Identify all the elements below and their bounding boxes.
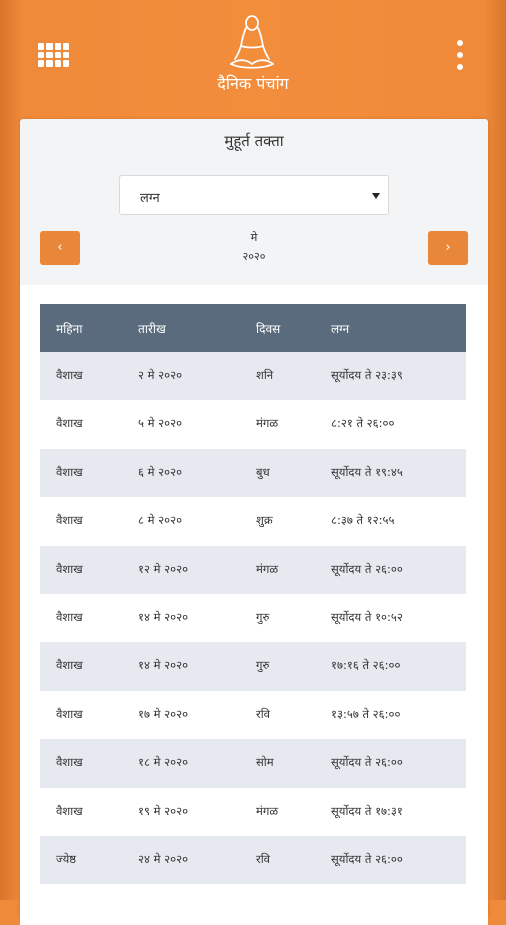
table-row: वैशाख १९ मे २०२० मंगळ सूर्योदय ते १७:३१ — [40, 788, 466, 836]
muhurat-card: मुहूर्त तक्ता लग्न ‹ मे २०२० › महिना तार… — [20, 119, 488, 925]
next-month-button[interactable]: › — [428, 231, 468, 265]
cell-month: वैशाख — [56, 755, 83, 770]
cell-month: वैशाख — [56, 368, 83, 382]
cell-day: गुरु — [256, 658, 270, 673]
table-header: महिना तारीख दिवस लग्न — [40, 304, 466, 352]
table-row: वैशाख ५ मे २०२० मंगळ ८:२१ ते २६:०० — [40, 400, 466, 448]
app-title: दैनिक पंचांग — [217, 74, 289, 93]
table-row: वैशाख १८ मे २०२० सोम सूर्योदय ते २६:०० — [40, 739, 466, 788]
cell-day: गुरु — [256, 609, 270, 624]
month-label: मे — [250, 231, 258, 244]
cell-month: ज्येष्ठ — [56, 851, 77, 866]
cell-month: वैशाख — [56, 464, 83, 479]
cell-day: सोम — [256, 755, 274, 770]
cell-time: सूर्योदय ते २३:३९ — [331, 368, 403, 382]
cell-time: सूर्योदय ते १०:५२ — [331, 609, 403, 624]
cell-time: सूर्योदय ते २६:०० — [331, 755, 403, 770]
cell-date: १४ मे २०२० — [138, 609, 189, 624]
column-header-lagna: लग्न — [331, 322, 350, 336]
cell-date: २४ मे २०२० — [138, 851, 189, 866]
table-row: वैशाख १२ मे २०२० मंगळ सूर्योदय ते २६:०० — [40, 545, 466, 594]
cell-date: ८ मे २०२० — [138, 513, 183, 528]
table-row: वैशाख ८ मे २०२० शुक्र ८:३७ ते १२:५५ — [40, 497, 466, 545]
cell-time: सूर्योदय ते २६:०० — [331, 561, 403, 576]
table-row: वैशाख ६ मे २०२० बुध सूर्योदय ते १९:४५ — [40, 448, 466, 498]
table-row: वैशाख २ मे २०२० शनि सूर्योदय ते २३:३९ — [40, 352, 466, 401]
cell-time: सूर्योदय ते १७:३१ — [331, 803, 403, 818]
meditating-figure-logo — [230, 15, 274, 69]
cell-time: १३:५७ ते २६:०० — [331, 706, 401, 721]
cell-month: वैशाख — [56, 416, 83, 431]
cell-date: १७ मे २०२० — [138, 706, 189, 721]
cell-day: मंगळ — [256, 561, 279, 576]
cell-date: १८ मे २०२० — [138, 755, 189, 770]
cell-time: ८:२१ ते २६:०० — [331, 416, 395, 431]
muhurat-type-select[interactable]: लग्न — [119, 175, 389, 215]
table-row: वैशाख १४ मे २०२० गुरु सूर्योदय ते १०:५२ — [40, 594, 466, 642]
cell-day: रवि — [256, 706, 271, 721]
cell-day: मंगळ — [256, 803, 279, 818]
column-header-date: तारीख — [138, 322, 166, 336]
cell-time: सूर्योदय ते १९:४५ — [331, 464, 403, 479]
column-header-day: दिवस — [256, 322, 281, 336]
card-title: मुहूर्त तक्ता — [224, 132, 284, 150]
cell-day: शुक्र — [256, 513, 273, 528]
cell-month: वैशाख — [56, 561, 83, 576]
caret-down-icon — [372, 193, 380, 199]
cell-day: रवि — [256, 851, 271, 866]
cell-date: ५ मे २०२० — [138, 416, 183, 431]
cell-month: वैशाख — [56, 609, 83, 624]
column-header-month: महिना — [56, 322, 83, 336]
cell-day: मंगळ — [256, 416, 279, 431]
table-row: ज्येष्ठ २४ मे २०२० रवि सूर्योदय ते २६:०० — [40, 835, 466, 885]
table-row: वैशाख १७ मे २०२० रवि १३:५७ ते २६:०० — [40, 691, 466, 739]
cell-date: १९ मे २०२० — [138, 803, 189, 818]
table-area: महिना तारीख दिवस लग्न वैशाख २ मे २०२० शन… — [20, 285, 488, 925]
cell-time: सूर्योदय ते २६:०० — [331, 851, 403, 866]
cell-day: शनि — [256, 368, 274, 382]
cell-time: ८:३७ ते १२:५५ — [331, 513, 395, 528]
cell-month: वैशाख — [56, 706, 83, 721]
muhurat-table: महिना तारीख दिवस लग्न वैशाख २ मे २०२० शन… — [40, 304, 466, 885]
cell-month: वैशाख — [56, 658, 83, 673]
cell-date: १२ मे २०२० — [138, 561, 189, 576]
cell-date: २ मे २०२० — [138, 368, 183, 382]
cell-month: वैशाख — [56, 513, 83, 528]
cell-month: वैशाख — [56, 803, 83, 818]
app-header: दैनिक पंचांग — [0, 0, 506, 118]
cell-time: १७:१६ ते २६:०० — [331, 658, 401, 673]
year-label: २०२० — [242, 250, 266, 263]
more-vertical-icon[interactable] — [450, 40, 470, 70]
cell-date: ६ मे २०२० — [138, 464, 183, 479]
select-value: लग्न — [140, 191, 160, 206]
cell-date: १४ मे २०२० — [138, 658, 189, 673]
table-row: वैशाख १४ मे २०२० गुरु १७:१६ ते २६:०० — [40, 642, 466, 691]
apps-grid-icon[interactable] — [38, 43, 69, 67]
cell-day: बुध — [256, 464, 270, 479]
